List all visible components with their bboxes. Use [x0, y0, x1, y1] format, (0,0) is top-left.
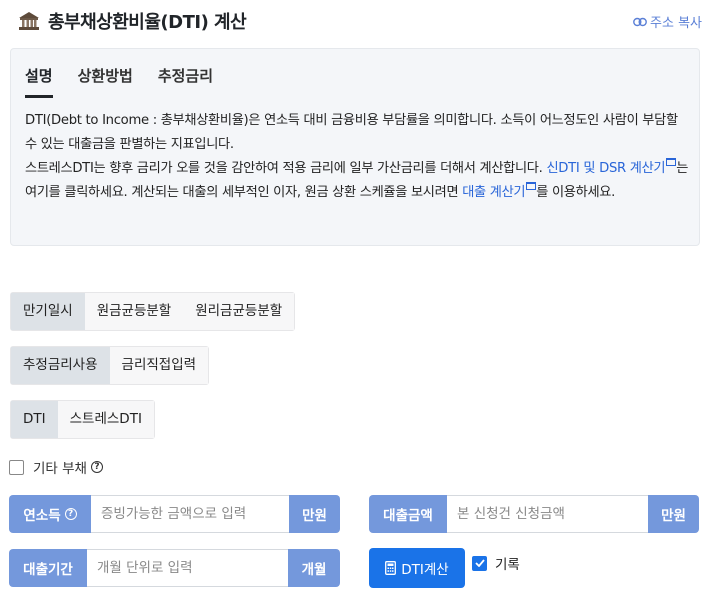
link-label: 신DTI 및 DSR 계산기	[546, 161, 666, 176]
option-direct-rate[interactable]: 금리직접입력	[109, 347, 209, 384]
link-label: 대출 계산기	[462, 185, 526, 200]
copy-address-link[interactable]: 주소 복사	[633, 12, 702, 31]
title-text: 총부채상환비율(DTI) 계산	[48, 12, 247, 33]
help-icon[interactable]: ?	[64, 508, 77, 520]
info-text: DTI(Debt to Income : 총부채상환비율)은 연소득 대비 금융…	[25, 109, 691, 205]
loan-amount-input-group: 대출금액 만원	[369, 495, 699, 533]
income-unit: 만원	[289, 495, 340, 533]
other-debt-row: 기타 부채 ?	[9, 457, 103, 477]
dti-calculate-button[interactable]: DTI계산	[369, 548, 465, 588]
calculator-icon	[385, 561, 397, 575]
loan-period-label: 대출기간	[9, 549, 87, 587]
checkmark-icon	[474, 559, 485, 567]
loan-period-input[interactable]	[87, 549, 288, 587]
record-label: 기록	[495, 557, 520, 573]
tab-description[interactable]: 설명	[25, 65, 53, 98]
info-tabs: 설명 상환방법 추정금리	[25, 65, 238, 98]
external-link-icon	[666, 158, 677, 166]
dti-calculate-label: DTI계산	[401, 562, 449, 578]
new-dti-dsr-calculator-link[interactable]: 신DTI 및 DSR 계산기	[546, 158, 677, 176]
loan-period-input-group: 대출기간 개월	[9, 549, 340, 587]
option-equal-principal[interactable]: 원금균등분할	[84, 293, 184, 330]
page-header: 총부채상환비율(DTI) 계산 주소 복사	[18, 8, 702, 36]
page-title: 총부채상환비율(DTI) 계산	[18, 8, 247, 34]
info-paragraph-2: 스트레스DTI는 향후 금리가 오를 것을 감안하여 적용 금리에 일부 가산금…	[25, 157, 691, 205]
tab-estimated-rate[interactable]: 추정금리	[158, 65, 213, 98]
option-stress-dti[interactable]: 스트레스DTI	[57, 401, 154, 438]
info-paragraph-1: DTI(Debt to Income : 총부채상환비율)은 연소득 대비 금융…	[25, 113, 678, 152]
loan-amount-label: 대출금액	[369, 495, 447, 533]
loan-calculator-link[interactable]: 대출 계산기	[462, 182, 537, 200]
external-link-icon	[526, 182, 537, 190]
other-debt-label: 기타 부채	[33, 461, 87, 477]
loan-amount-input[interactable]	[447, 495, 648, 533]
option-lump-sum[interactable]: 만기일시	[11, 293, 85, 330]
loan-amount-unit: 만원	[648, 495, 699, 533]
bank-icon	[19, 12, 39, 30]
info-panel: 설명 상환방법 추정금리 DTI(Debt to Income : 총부채상환비…	[10, 48, 700, 246]
record-toggle: 기록	[472, 553, 520, 573]
other-debt-checkbox[interactable]	[9, 459, 24, 475]
record-checkbox[interactable]	[472, 555, 487, 571]
tab-repayment-method[interactable]: 상환방법	[78, 65, 133, 98]
option-estimated-rate[interactable]: 추정금리사용	[11, 347, 110, 384]
help-icon[interactable]: ?	[90, 461, 103, 473]
income-label: 연소득?	[9, 495, 91, 533]
income-input[interactable]	[91, 495, 289, 533]
option-equal-installment[interactable]: 원리금균등분할	[183, 293, 295, 330]
repayment-method-toggle: 만기일시 원금균등분할 원리금균등분할	[10, 292, 296, 331]
link-icon	[633, 17, 647, 26]
income-input-group: 연소득? 만원	[9, 495, 340, 533]
loan-period-unit: 개월	[288, 549, 340, 587]
option-dti[interactable]: DTI	[11, 401, 58, 438]
income-label-text: 연소득	[23, 508, 61, 524]
dti-mode-toggle: DTI 스트레스DTI	[10, 400, 155, 439]
info-text-segment: 스트레스DTI는 향후 금리가 오를 것을 감안하여 적용 금리에 일부 가산금…	[25, 161, 547, 176]
rate-mode-toggle: 추정금리사용 금리직접입력	[10, 346, 210, 385]
copy-address-label: 주소 복사	[650, 16, 702, 31]
info-text-segment: 를 이용하세요.	[536, 185, 616, 200]
